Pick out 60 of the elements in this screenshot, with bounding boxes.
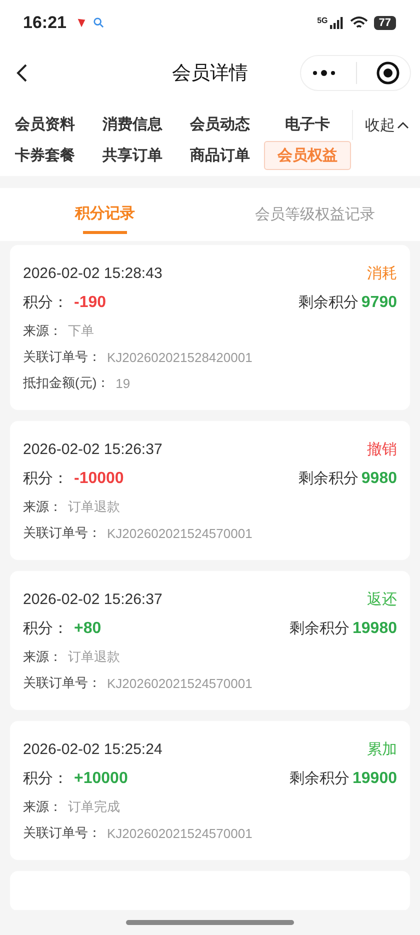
points-value: +10000 <box>74 770 128 788</box>
tab[interactable]: 卡券套餐 <box>1 141 88 170</box>
points-label: 积分： <box>23 619 68 638</box>
points-value: -190 <box>74 294 106 312</box>
detail-label: 关联订单号： <box>23 824 101 842</box>
points-value: -10000 <box>74 470 124 488</box>
tab[interactable]: 共享订单 <box>88 141 176 170</box>
detail-label: 关联订单号： <box>23 348 101 366</box>
tab[interactable]: 消费信息 <box>88 110 176 139</box>
balance-label: 剩余积分 <box>290 619 350 638</box>
wifi-icon <box>350 16 368 30</box>
detail-value: KJ202602021524570001 <box>107 526 252 540</box>
record-type: 累加 <box>367 740 397 759</box>
detail-label: 抵扣金额(元)： <box>23 374 110 392</box>
balance-value: 19980 <box>352 620 397 638</box>
detail-value: 下单 <box>68 322 94 340</box>
collapse-button[interactable]: 收起 <box>352 110 409 140</box>
caret-icon <box>397 121 409 129</box>
tab[interactable]: 商品订单 <box>176 141 264 170</box>
record-time: 2026-02-02 15:26:37 <box>23 441 162 458</box>
balance-label: 剩余积分 <box>298 469 358 488</box>
record-type: 撤销 <box>367 440 397 459</box>
detail-label: 关联订单号： <box>23 524 101 542</box>
points-label: 积分： <box>23 769 68 788</box>
detail-value: 19 <box>116 376 130 390</box>
detail-value: KJ202602021524570001 <box>107 676 252 690</box>
points-value: +80 <box>74 620 102 638</box>
detail-value: 订单完成 <box>68 798 120 816</box>
points-label: 积分： <box>23 469 68 488</box>
detail-value: KJ202602021528420001 <box>107 350 252 364</box>
detail-value: 订单退款 <box>68 648 120 666</box>
detail-label: 来源： <box>23 498 62 516</box>
more-icon[interactable] <box>310 68 337 76</box>
record-type: 返还 <box>367 590 397 609</box>
search-icon <box>93 17 104 28</box>
record-time: 2026-02-02 15:25:24 <box>23 741 162 758</box>
tab[interactable]: 会员动态 <box>176 110 264 139</box>
balance-label: 剩余积分 <box>290 769 350 788</box>
detail-label: 来源： <box>23 648 62 666</box>
balance-value: 19900 <box>352 770 397 788</box>
tab[interactable]: 电子卡 <box>264 110 351 139</box>
detail-label: 来源： <box>23 798 62 816</box>
detail-value: KJ202602021524570001 <box>107 826 252 840</box>
points-label: 积分： <box>23 293 68 312</box>
page-title: 会员详情 <box>172 62 248 86</box>
signal-icon <box>330 16 344 28</box>
detail-value: 订单退款 <box>68 498 120 516</box>
status-time: 16:21 <box>23 12 66 32</box>
balance-label: 剩余积分 <box>298 293 358 312</box>
balance-value: 9790 <box>361 294 397 312</box>
tab[interactable]: 会员资料 <box>1 110 88 139</box>
record-type: 消耗 <box>367 264 397 283</box>
battery-icon: 77 <box>374 16 396 30</box>
record-time: 2026-02-02 15:26:37 <box>23 591 162 608</box>
balance-value: 9980 <box>361 470 397 488</box>
record-time: 2026-02-02 15:28:43 <box>23 265 162 282</box>
detail-label: 来源： <box>23 322 62 340</box>
network-label: 5G <box>317 16 328 25</box>
back-icon[interactable] <box>16 62 28 82</box>
detail-label: 关联订单号： <box>23 674 101 692</box>
